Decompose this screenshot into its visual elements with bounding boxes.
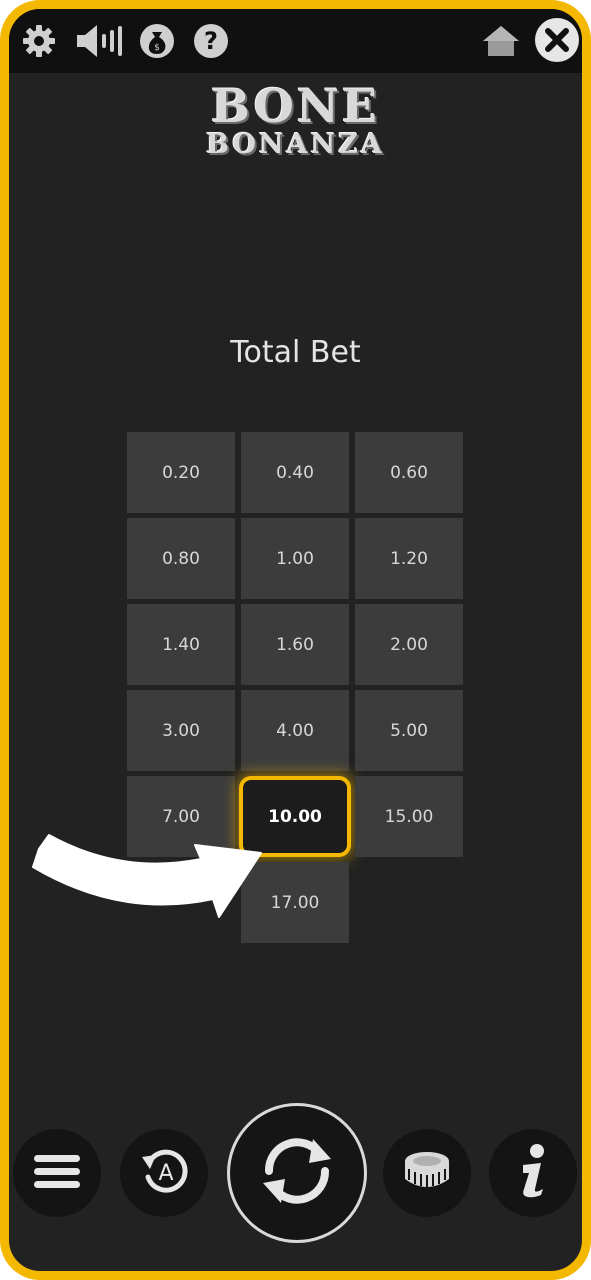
home-icon[interactable] — [481, 21, 521, 61]
game-logo: BONE BONANZA — [9, 83, 582, 158]
bet-option[interactable]: 0.60 — [355, 432, 463, 513]
bet-option[interactable]: 1.20 — [355, 518, 463, 599]
coins-button[interactable] — [383, 1129, 471, 1217]
close-icon[interactable] — [534, 17, 580, 63]
info-icon — [513, 1143, 553, 1203]
svg-text:$: $ — [154, 43, 160, 53]
svg-text:?: ? — [204, 27, 218, 55]
pointer-arrow-icon — [31, 827, 271, 931]
help-icon[interactable]: ? — [191, 21, 231, 61]
autoplay-button[interactable]: A — [120, 1129, 208, 1217]
bet-option[interactable]: 0.20 — [127, 432, 235, 513]
info-button[interactable] — [489, 1129, 577, 1217]
bet-option[interactable]: 15.00 — [355, 776, 463, 857]
bet-option[interactable]: 4.00 — [241, 690, 349, 771]
menu-icon — [32, 1151, 82, 1195]
logo-line-1: BONE — [211, 79, 380, 133]
logo-line-2: BONANZA — [206, 129, 385, 160]
gear-icon[interactable] — [19, 21, 59, 61]
speaker-icon[interactable] — [71, 21, 131, 61]
bet-option[interactable]: 0.40 — [241, 432, 349, 513]
bet-option[interactable]: 1.60 — [241, 604, 349, 685]
bet-option[interactable]: 2.00 — [355, 604, 463, 685]
bet-option[interactable]: 0.80 — [127, 518, 235, 599]
autoplay-icon: A — [136, 1143, 192, 1203]
spin-icon — [251, 1125, 343, 1221]
money-bag-icon[interactable]: $ — [137, 21, 177, 61]
bet-option[interactable]: 1.40 — [127, 604, 235, 685]
svg-text:A: A — [158, 1161, 173, 1186]
game-frame: $ ? BONE BONANZA Total Bet 0.20 0.40 0.6… — [0, 0, 591, 1280]
bet-option[interactable]: 1.00 — [241, 518, 349, 599]
coins-icon — [399, 1149, 455, 1197]
top-bar: $ ? — [9, 9, 582, 73]
menu-button[interactable] — [13, 1129, 101, 1217]
bet-option[interactable]: 3.00 — [127, 690, 235, 771]
spin-button[interactable] — [227, 1103, 367, 1243]
total-bet-title: Total Bet — [230, 335, 361, 370]
bet-option[interactable]: 5.00 — [355, 690, 463, 771]
